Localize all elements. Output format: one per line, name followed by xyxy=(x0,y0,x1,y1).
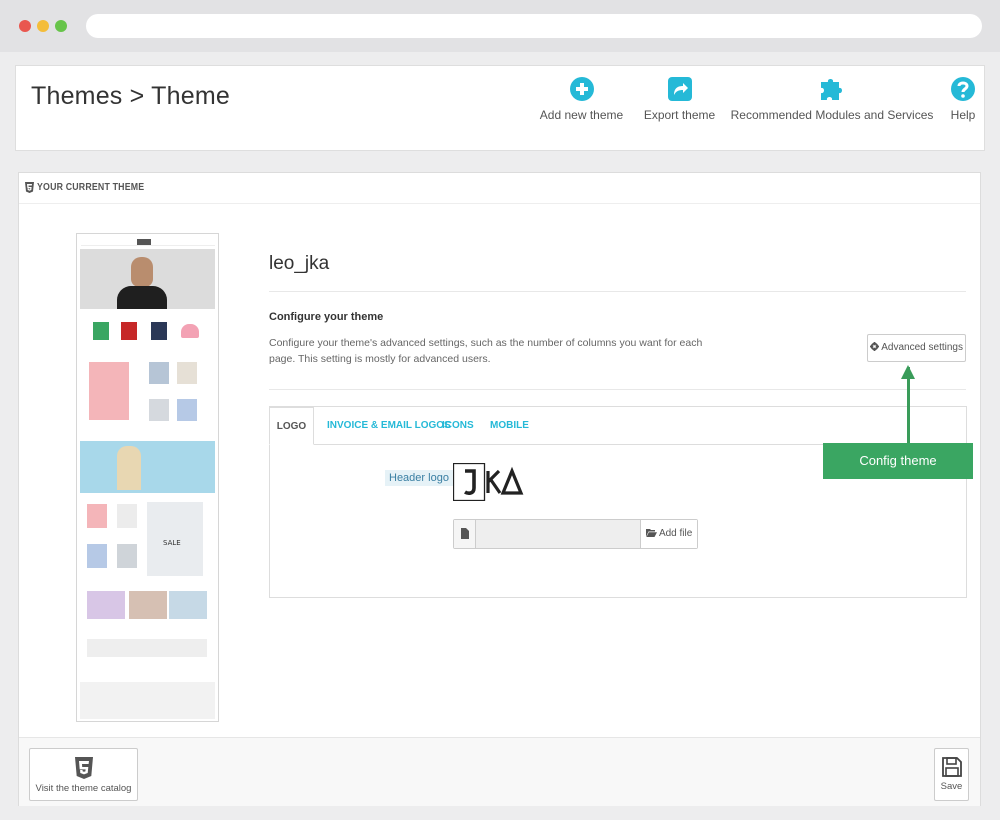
header-logo-image xyxy=(453,463,524,501)
callout-arrow-line xyxy=(907,367,910,443)
help-button[interactable]: Help xyxy=(944,76,982,122)
config-theme-callout: Config theme xyxy=(823,443,973,479)
folder-open-icon xyxy=(645,529,657,537)
puzzle-icon xyxy=(821,79,842,100)
tab-icons[interactable]: ICONS xyxy=(442,407,474,445)
theme-preview-image: SALE xyxy=(76,233,219,722)
window-close-dot[interactable] xyxy=(19,20,31,32)
html5-icon xyxy=(74,757,93,779)
configure-description: Configure your theme's advanced settings… xyxy=(269,337,703,365)
save-button[interactable]: Save xyxy=(934,748,969,801)
recommended-modules-button[interactable]: Recommended Modules and Services xyxy=(723,76,941,122)
header-logo-label: Header logo xyxy=(385,470,453,486)
visit-theme-catalog-button[interactable]: Visit the theme catalog xyxy=(29,748,138,801)
export-theme-label: Export theme xyxy=(643,108,716,122)
file-icon xyxy=(461,528,469,539)
help-label: Help xyxy=(950,108,976,122)
gear-icon xyxy=(870,342,880,351)
recommended-modules-label: Recommended Modules and Services xyxy=(730,108,934,122)
page-header: Themes > Theme Add new theme Export them… xyxy=(15,65,985,151)
page-title: Themes > Theme xyxy=(31,82,230,110)
panel-heading-text: YOUR CURRENT THEME xyxy=(36,182,145,193)
save-icon xyxy=(941,757,962,777)
logo-file-input[interactable]: Add file xyxy=(453,519,698,549)
panel-heading: YOUR CURRENT THEME xyxy=(19,173,980,204)
advanced-settings-button[interactable]: Advanced settings xyxy=(867,334,966,362)
export-theme-button[interactable]: Export theme xyxy=(632,76,727,122)
tab-invoice-email-logos[interactable]: INVOICE & EMAIL LOGOS xyxy=(327,407,451,445)
theme-name: leo_jka xyxy=(269,253,330,274)
advanced-settings-label: Advanced settings xyxy=(881,342,963,353)
window-minimize-dot[interactable] xyxy=(37,20,49,32)
logo-tabs-box: LOGO INVOICE & EMAIL LOGOS ICONS MOBILE … xyxy=(269,406,967,598)
tab-logo[interactable]: LOGO xyxy=(269,407,314,445)
share-icon xyxy=(667,77,692,101)
add-file-label: Add file xyxy=(658,528,693,539)
configure-title: Configure your theme xyxy=(269,311,384,323)
current-theme-panel: YOUR CURRENT THEME SALE leo_jka Configur… xyxy=(18,172,981,806)
add-file-button[interactable]: Add file xyxy=(640,520,697,548)
add-new-theme-label: Add new theme xyxy=(539,108,624,122)
window-maximize-dot[interactable] xyxy=(55,20,67,32)
tab-mobile[interactable]: MOBILE xyxy=(490,407,529,445)
address-bar[interactable] xyxy=(86,14,982,38)
divider xyxy=(269,291,966,292)
panel-footer: Visit the theme catalog Save xyxy=(19,737,980,806)
divider xyxy=(269,389,966,390)
visit-theme-catalog-label: Visit the theme catalog xyxy=(35,783,132,794)
question-circle-icon xyxy=(951,77,975,101)
save-label: Save xyxy=(940,781,963,792)
plus-circle-icon xyxy=(569,77,594,101)
html5-icon xyxy=(25,182,34,193)
add-new-theme-button[interactable]: Add new theme xyxy=(529,76,634,122)
browser-chrome xyxy=(0,0,1000,52)
